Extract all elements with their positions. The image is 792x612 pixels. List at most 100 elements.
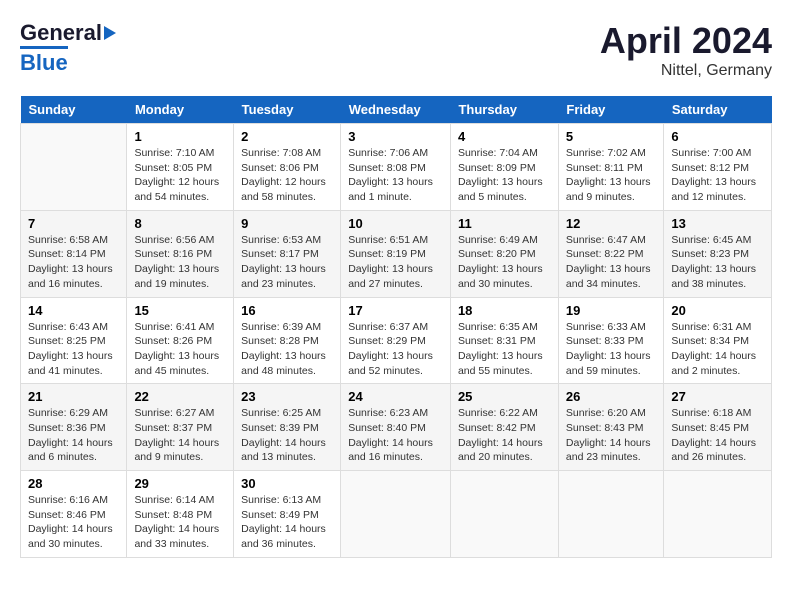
week-row-5: 28 Sunrise: 6:16 AMSunset: 8:46 PMDayligh… bbox=[21, 471, 772, 558]
day-cell: 22 Sunrise: 6:27 AMSunset: 8:37 PMDayligh… bbox=[127, 384, 234, 471]
day-info: Sunrise: 6:35 AMSunset: 8:31 PMDaylight:… bbox=[458, 320, 551, 379]
column-header-monday: Monday bbox=[127, 96, 234, 124]
column-header-wednesday: Wednesday bbox=[341, 96, 451, 124]
day-number: 12 bbox=[566, 216, 657, 231]
day-info: Sunrise: 6:51 AMSunset: 8:19 PMDaylight:… bbox=[348, 233, 443, 292]
day-info: Sunrise: 6:13 AMSunset: 8:49 PMDaylight:… bbox=[241, 493, 333, 552]
day-cell: 1 Sunrise: 7:10 AMSunset: 8:05 PMDaylight… bbox=[127, 124, 234, 211]
day-cell: 8Sunrise: 6:56 AMSunset: 8:16 PMDaylight… bbox=[127, 210, 234, 297]
day-info: Sunrise: 6:22 AMSunset: 8:42 PMDaylight:… bbox=[458, 406, 551, 465]
day-number: 28 bbox=[28, 476, 119, 491]
logo-general: General bbox=[20, 20, 102, 46]
day-cell bbox=[21, 124, 127, 211]
day-info: Sunrise: 6:37 AMSunset: 8:29 PMDaylight:… bbox=[348, 320, 443, 379]
day-cell: 24 Sunrise: 6:23 AMSunset: 8:40 PMDayligh… bbox=[341, 384, 451, 471]
day-number: 9 bbox=[241, 216, 333, 231]
day-cell: 18 Sunrise: 6:35 AMSunset: 8:31 PMDayligh… bbox=[450, 297, 558, 384]
day-info: Sunrise: 7:02 AMSunset: 8:11 PMDaylight:… bbox=[566, 146, 657, 205]
day-info: Sunrise: 7:04 AMSunset: 8:09 PMDaylight:… bbox=[458, 146, 551, 205]
day-info: Sunrise: 7:06 AMSunset: 8:08 PMDaylight:… bbox=[348, 146, 443, 205]
day-number: 4 bbox=[458, 129, 551, 144]
day-cell: 17 Sunrise: 6:37 AMSunset: 8:29 PMDayligh… bbox=[341, 297, 451, 384]
day-number: 16 bbox=[241, 303, 333, 318]
day-cell: 29 Sunrise: 6:14 AMSunset: 8:48 PMDayligh… bbox=[127, 471, 234, 558]
day-number: 19 bbox=[566, 303, 657, 318]
day-info: Sunrise: 6:58 AMSunset: 8:14 PMDaylight:… bbox=[28, 233, 119, 292]
calendar-title: April 2024 bbox=[600, 20, 772, 62]
day-number: 29 bbox=[134, 476, 226, 491]
day-number: 30 bbox=[241, 476, 333, 491]
day-cell: 3 Sunrise: 7:06 AMSunset: 8:08 PMDaylight… bbox=[341, 124, 451, 211]
page-header: General Blue April 2024 Nittel, Germany bbox=[20, 20, 772, 80]
day-info: Sunrise: 6:23 AMSunset: 8:40 PMDaylight:… bbox=[348, 406, 443, 465]
day-cell: 28 Sunrise: 6:16 AMSunset: 8:46 PMDayligh… bbox=[21, 471, 127, 558]
day-info: Sunrise: 6:27 AMSunset: 8:37 PMDaylight:… bbox=[134, 406, 226, 465]
day-cell: 12Sunrise: 6:47 AMSunset: 8:22 PMDayligh… bbox=[558, 210, 664, 297]
day-number: 11 bbox=[458, 216, 551, 231]
day-number: 3 bbox=[348, 129, 443, 144]
day-cell bbox=[450, 471, 558, 558]
day-number: 26 bbox=[566, 389, 657, 404]
day-number: 13 bbox=[671, 216, 764, 231]
day-number: 17 bbox=[348, 303, 443, 318]
day-info: Sunrise: 6:41 AMSunset: 8:26 PMDaylight:… bbox=[134, 320, 226, 379]
column-header-thursday: Thursday bbox=[450, 96, 558, 124]
day-cell: 13 Sunrise: 6:45 AMSunset: 8:23 PMDayligh… bbox=[664, 210, 772, 297]
day-number: 1 bbox=[134, 129, 226, 144]
day-info: Sunrise: 6:33 AMSunset: 8:33 PMDaylight:… bbox=[566, 320, 657, 379]
day-info: Sunrise: 6:31 AMSunset: 8:34 PMDaylight:… bbox=[671, 320, 764, 379]
day-info: Sunrise: 6:14 AMSunset: 8:48 PMDaylight:… bbox=[134, 493, 226, 552]
logo-blue: Blue bbox=[20, 46, 68, 76]
day-info: Sunrise: 6:39 AMSunset: 8:28 PMDaylight:… bbox=[241, 320, 333, 379]
logo-arrow-icon bbox=[104, 26, 116, 40]
day-cell: 30 Sunrise: 6:13 AMSunset: 8:49 PMDayligh… bbox=[234, 471, 341, 558]
day-info: Sunrise: 7:08 AMSunset: 8:06 PMDaylight:… bbox=[241, 146, 333, 205]
day-number: 10 bbox=[348, 216, 443, 231]
day-number: 14 bbox=[28, 303, 119, 318]
day-cell: 23Sunrise: 6:25 AMSunset: 8:39 PMDayligh… bbox=[234, 384, 341, 471]
day-number: 18 bbox=[458, 303, 551, 318]
column-header-friday: Friday bbox=[558, 96, 664, 124]
day-number: 7 bbox=[28, 216, 119, 231]
day-cell: 21 Sunrise: 6:29 AMSunset: 8:36 PMDayligh… bbox=[21, 384, 127, 471]
column-header-tuesday: Tuesday bbox=[234, 96, 341, 124]
day-number: 15 bbox=[134, 303, 226, 318]
day-number: 21 bbox=[28, 389, 119, 404]
day-info: Sunrise: 6:29 AMSunset: 8:36 PMDaylight:… bbox=[28, 406, 119, 465]
day-number: 6 bbox=[671, 129, 764, 144]
column-header-saturday: Saturday bbox=[664, 96, 772, 124]
day-number: 22 bbox=[134, 389, 226, 404]
day-cell: 7 Sunrise: 6:58 AMSunset: 8:14 PMDaylight… bbox=[21, 210, 127, 297]
day-info: Sunrise: 6:16 AMSunset: 8:46 PMDaylight:… bbox=[28, 493, 119, 552]
day-cell: 2Sunrise: 7:08 AMSunset: 8:06 PMDaylight… bbox=[234, 124, 341, 211]
column-headers: SundayMondayTuesdayWednesdayThursdayFrid… bbox=[21, 96, 772, 124]
week-row-2: 7 Sunrise: 6:58 AMSunset: 8:14 PMDaylight… bbox=[21, 210, 772, 297]
week-row-4: 21 Sunrise: 6:29 AMSunset: 8:36 PMDayligh… bbox=[21, 384, 772, 471]
calendar-table: SundayMondayTuesdayWednesdayThursdayFrid… bbox=[20, 96, 772, 558]
day-number: 24 bbox=[348, 389, 443, 404]
day-cell: 4 Sunrise: 7:04 AMSunset: 8:09 PMDaylight… bbox=[450, 124, 558, 211]
day-info: Sunrise: 6:56 AMSunset: 8:16 PMDaylight:… bbox=[134, 233, 226, 292]
week-row-3: 14 Sunrise: 6:43 AMSunset: 8:25 PMDayligh… bbox=[21, 297, 772, 384]
day-number: 5 bbox=[566, 129, 657, 144]
day-cell: 6Sunrise: 7:00 AMSunset: 8:12 PMDaylight… bbox=[664, 124, 772, 211]
logo: General Blue bbox=[20, 20, 116, 76]
day-cell bbox=[664, 471, 772, 558]
day-cell: 11 Sunrise: 6:49 AMSunset: 8:20 PMDayligh… bbox=[450, 210, 558, 297]
day-info: Sunrise: 6:49 AMSunset: 8:20 PMDaylight:… bbox=[458, 233, 551, 292]
title-block: April 2024 Nittel, Germany bbox=[600, 20, 772, 80]
day-info: Sunrise: 6:25 AMSunset: 8:39 PMDaylight:… bbox=[241, 406, 333, 465]
day-info: Sunrise: 7:10 AMSunset: 8:05 PMDaylight:… bbox=[134, 146, 226, 205]
day-cell: 20Sunrise: 6:31 AMSunset: 8:34 PMDayligh… bbox=[664, 297, 772, 384]
day-cell: 14 Sunrise: 6:43 AMSunset: 8:25 PMDayligh… bbox=[21, 297, 127, 384]
day-info: Sunrise: 6:45 AMSunset: 8:23 PMDaylight:… bbox=[671, 233, 764, 292]
day-cell: 19 Sunrise: 6:33 AMSunset: 8:33 PMDayligh… bbox=[558, 297, 664, 384]
day-info: Sunrise: 6:20 AMSunset: 8:43 PMDaylight:… bbox=[566, 406, 657, 465]
day-cell: 16 Sunrise: 6:39 AMSunset: 8:28 PMDayligh… bbox=[234, 297, 341, 384]
day-info: Sunrise: 6:43 AMSunset: 8:25 PMDaylight:… bbox=[28, 320, 119, 379]
column-header-sunday: Sunday bbox=[21, 96, 127, 124]
calendar-subtitle: Nittel, Germany bbox=[600, 62, 772, 80]
day-info: Sunrise: 6:18 AMSunset: 8:45 PMDaylight:… bbox=[671, 406, 764, 465]
day-number: 25 bbox=[458, 389, 551, 404]
day-cell bbox=[341, 471, 451, 558]
